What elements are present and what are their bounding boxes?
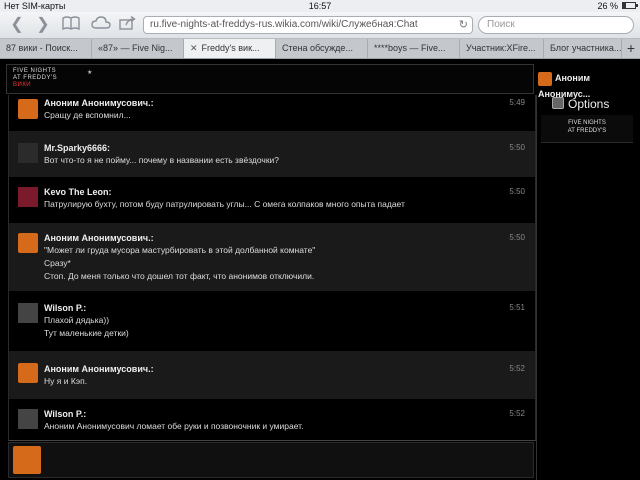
message-text: Плахой дядька)) [44,315,110,325]
address-bar[interactable]: ru.five-nights-at-freddys-rus.wikia.com/… [143,16,473,34]
message-text: Стоп. До меня только что дошел тот факт,… [44,271,315,281]
battery-icon [622,2,638,9]
tab-item[interactable]: Участник:XFire... [460,39,544,58]
chat-header: FIVE NIGHTS AT FREDDY'S ВИКИ ★ [6,64,534,94]
close-tab-icon[interactable]: ✕ [190,39,198,58]
back-arrow-icon[interactable]: ❮ [8,16,26,34]
chat-message: Аноним Анонимусович.: 5:49 Сращу де вспо… [9,95,535,131]
avatar[interactable] [18,409,38,429]
message-author[interactable]: Аноним Анонимусович.: [44,233,154,243]
message-time: 5:52 [509,409,525,418]
chat-sidebar [536,95,639,480]
url-text: ru.five-nights-at-freddys-rus.wikia.com/… [150,19,418,30]
clock: 16:57 [308,1,332,11]
tab-item[interactable]: ****boys — Five... [368,39,460,58]
options-label: Options [568,97,610,111]
tab-label: Блог участника... [550,43,622,53]
chat-message: Kevo The Leon: 5:50 Патрулирую бухту, по… [9,177,535,223]
message-text: Тут маленькие детки) [44,328,129,338]
reload-icon[interactable]: ↻ [459,17,468,33]
chat-message: Wilson P.: 5:51 Плахой дядька)) Тут мале… [9,291,535,351]
message-text: Сразу* [44,258,71,268]
avatar[interactable] [18,303,38,323]
battery-percent: 26 % [597,1,618,11]
share-icon[interactable] [118,15,138,34]
wiki-logo[interactable]: FIVE NIGHTS AT FREDDY'S ВИКИ [13,68,93,90]
logo-wiki: ВИКИ [13,82,32,88]
message-time: 5:50 [509,233,525,242]
search-input[interactable]: Поиск [478,16,634,34]
chat-message: Wilson P.: 5:52 Аноним Анонимусович лома… [9,399,535,440]
current-user[interactable]: Аноним Анонимус... [538,70,640,99]
message-time: 5:52 [509,364,525,373]
logo-line: FIVE NIGHTS [13,68,57,74]
message-author[interactable]: Аноним Анонимусович.: [44,364,154,374]
logo-line: FIVE NIGHTS [568,120,606,126]
options-button[interactable]: Options [552,97,609,111]
chat-log[interactable]: Аноним Анонимусович.: 5:49 Сращу де вспо… [8,95,536,441]
options-icon [552,97,564,109]
star-icon: ★ [87,70,93,76]
message-author[interactable]: Аноним Анонимусович.: [44,98,154,108]
new-tab-button[interactable]: + [622,39,640,58]
chat-message: Mr.Sparky6666: 5:50 Вот что-то я не пойм… [9,131,535,177]
message-time: 5:50 [509,143,525,152]
tab-item[interactable]: 87 вики - Поиск... [0,39,92,58]
status-bar: Нет SIM-карты 16:57 26 % [0,0,640,12]
chat-message: Аноним Анонимусович.: 5:52 Ну я и Кэп. [9,351,535,399]
forward-arrow-icon[interactable]: ❯ [34,16,52,34]
chat-message: Аноним Анонимусович.: 5:50 "Может ли гру… [9,223,535,291]
tab-label: 87 вики - Поиск... [6,43,78,53]
avatar[interactable] [18,187,38,207]
book-icon[interactable] [60,16,82,34]
avatar [13,446,41,474]
message-text: Патрулирую бухту, потом буду патрулирова… [44,199,405,209]
tab-label: «87» — Five Nig... [98,43,173,53]
browser-toolbar: ❮ ❯ ru.five-nights-at-freddys-rus.wikia.… [0,12,640,39]
message-author[interactable]: Wilson P.: [44,409,86,419]
message-author[interactable]: Kevo The Leon: [44,187,112,197]
tab-item[interactable]: «87» — Five Nig... [92,39,184,58]
message-text: "Может ли груда мусора мастурбировать в … [44,245,316,255]
avatar[interactable] [18,363,38,383]
avatar[interactable] [18,233,38,253]
message-text: Ну я и Кэп. [44,376,88,386]
message-text: Вот что-то я не пойму... почему в назван… [44,155,280,165]
logo-line: AT FREDDY'S [567,128,607,134]
message-author[interactable]: Mr.Sparky6666: [44,143,110,153]
tab-bar: 87 вики - Поиск... «87» — Five Nig... ✕ F… [0,39,640,59]
tab-label: Участник:XFire... [466,43,536,53]
message-author[interactable]: Wilson P.: [44,303,86,313]
avatar[interactable] [18,99,38,119]
tab-label: Freddy's вик... [201,43,260,53]
tab-item[interactable]: Блог участника... [544,39,622,58]
tab-item[interactable]: Стена обсужде... [276,39,368,58]
message-text: Сращу де вспомнил... [44,110,131,120]
message-time: 5:50 [509,187,525,196]
message-input-area[interactable] [8,442,534,478]
sidebar-wiki-logo: FIVE NIGHTS AT FREDDY'S [541,115,633,143]
tab-label: ****boys — Five... [374,43,446,53]
message-time: 5:51 [509,303,525,312]
cloud-icon[interactable] [90,16,112,34]
search-placeholder: Поиск [487,19,515,30]
logo-line: AT FREDDY'S [13,75,58,81]
avatar[interactable] [18,143,38,163]
tab-label: Стена обсужде... [282,43,353,53]
message-text: Аноним Анонимусович ломает обе руки и по… [44,421,304,431]
avatar [538,71,552,86]
tab-item-active[interactable]: ✕ Freddy's вик... [184,39,276,58]
message-time: 5:49 [509,98,525,107]
